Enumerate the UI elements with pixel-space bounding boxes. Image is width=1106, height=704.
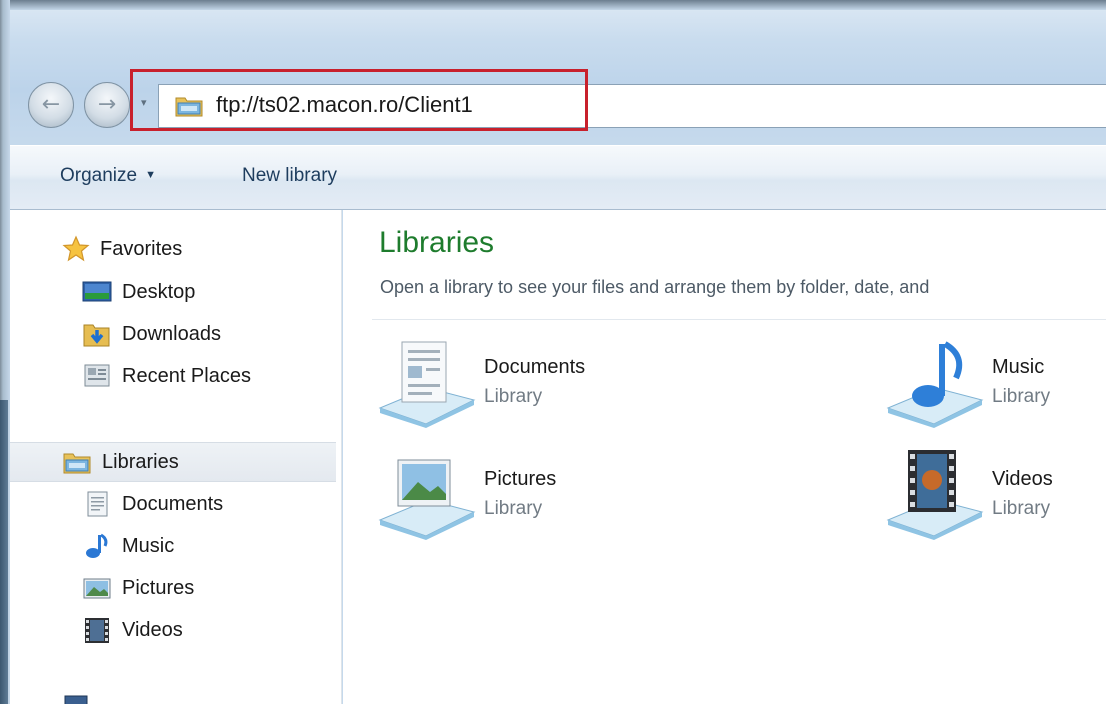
documents-icon <box>87 491 108 517</box>
nav-item-recent-places[interactable]: Recent Places <box>82 358 251 394</box>
nav-item-videos[interactable]: Videos <box>82 612 183 648</box>
organize-label: Organize <box>60 165 138 186</box>
star-icon <box>62 235 90 262</box>
forward-button[interactable]: → <box>84 82 130 128</box>
library-tile-music[interactable]: Music Library <box>884 338 1106 428</box>
nav-favorites-label: Favorites <box>100 237 183 260</box>
pictures-icon <box>83 578 111 599</box>
music-icon <box>86 533 108 558</box>
forward-arrow-icon: → <box>97 92 117 117</box>
desktop-icon <box>82 281 112 302</box>
music-library-icon <box>886 341 984 428</box>
library-name: Pictures <box>484 468 557 490</box>
nav-item-label: Documents <box>122 492 224 515</box>
back-button[interactable]: ← <box>28 82 74 128</box>
nav-item-documents[interactable]: Documents <box>82 486 223 522</box>
command-toolbar: Organize ▼ New library <box>10 145 1106 210</box>
recent-places-icon <box>84 364 110 387</box>
nav-favorites[interactable]: Favorites <box>62 231 182 267</box>
computer-icon <box>64 695 88 704</box>
nav-item-downloads[interactable]: Downloads <box>82 316 221 352</box>
nav-item-label: Recent Places <box>122 364 251 387</box>
library-name: Videos <box>992 468 1053 490</box>
library-tile-documents[interactable]: Documents Library <box>376 338 676 428</box>
nav-item-pictures[interactable]: Pictures <box>82 570 194 606</box>
content-title: Libraries <box>379 226 495 259</box>
nav-item-music[interactable]: Music <box>82 528 174 564</box>
library-type: Library <box>484 498 543 519</box>
downloads-icon <box>83 324 110 347</box>
libraries-icon <box>63 453 91 474</box>
content-subtitle: Open a library to see your files and arr… <box>380 277 930 297</box>
videos-icon <box>85 618 109 643</box>
organize-button[interactable]: Organize ▼ <box>60 165 156 187</box>
window-left-edge-shadow <box>0 400 8 704</box>
nav-libraries[interactable]: Libraries <box>62 444 179 480</box>
library-name: Documents <box>484 356 586 378</box>
back-arrow-icon: ← <box>41 92 61 117</box>
new-library-button[interactable]: New library <box>242 165 337 187</box>
chevron-down-icon: ▼ <box>145 169 156 181</box>
library-type: Library <box>992 498 1051 519</box>
nav-item-desktop[interactable]: Desktop <box>82 274 195 310</box>
window-top-edge <box>0 0 1106 10</box>
pictures-library-icon <box>378 459 476 540</box>
content-divider <box>372 319 1106 320</box>
documents-library-icon <box>378 341 476 428</box>
library-type: Library <box>992 386 1051 407</box>
nav-computer[interactable] <box>62 690 102 704</box>
nav-item-label: Pictures <box>122 576 195 599</box>
library-tile-pictures[interactable]: Pictures Library <box>376 450 676 540</box>
address-highlight-annotation <box>130 69 588 131</box>
nav-item-label: Downloads <box>122 322 221 345</box>
nav-libraries-label: Libraries <box>102 450 179 473</box>
videos-library-icon <box>886 450 984 540</box>
nav-item-label: Music <box>122 534 175 557</box>
nav-item-label: Desktop <box>122 280 196 303</box>
library-name: Music <box>992 356 1045 378</box>
library-type: Library <box>484 386 543 407</box>
library-tile-videos[interactable]: Videos Library <box>884 450 1106 540</box>
nav-item-label: Videos <box>122 618 183 641</box>
